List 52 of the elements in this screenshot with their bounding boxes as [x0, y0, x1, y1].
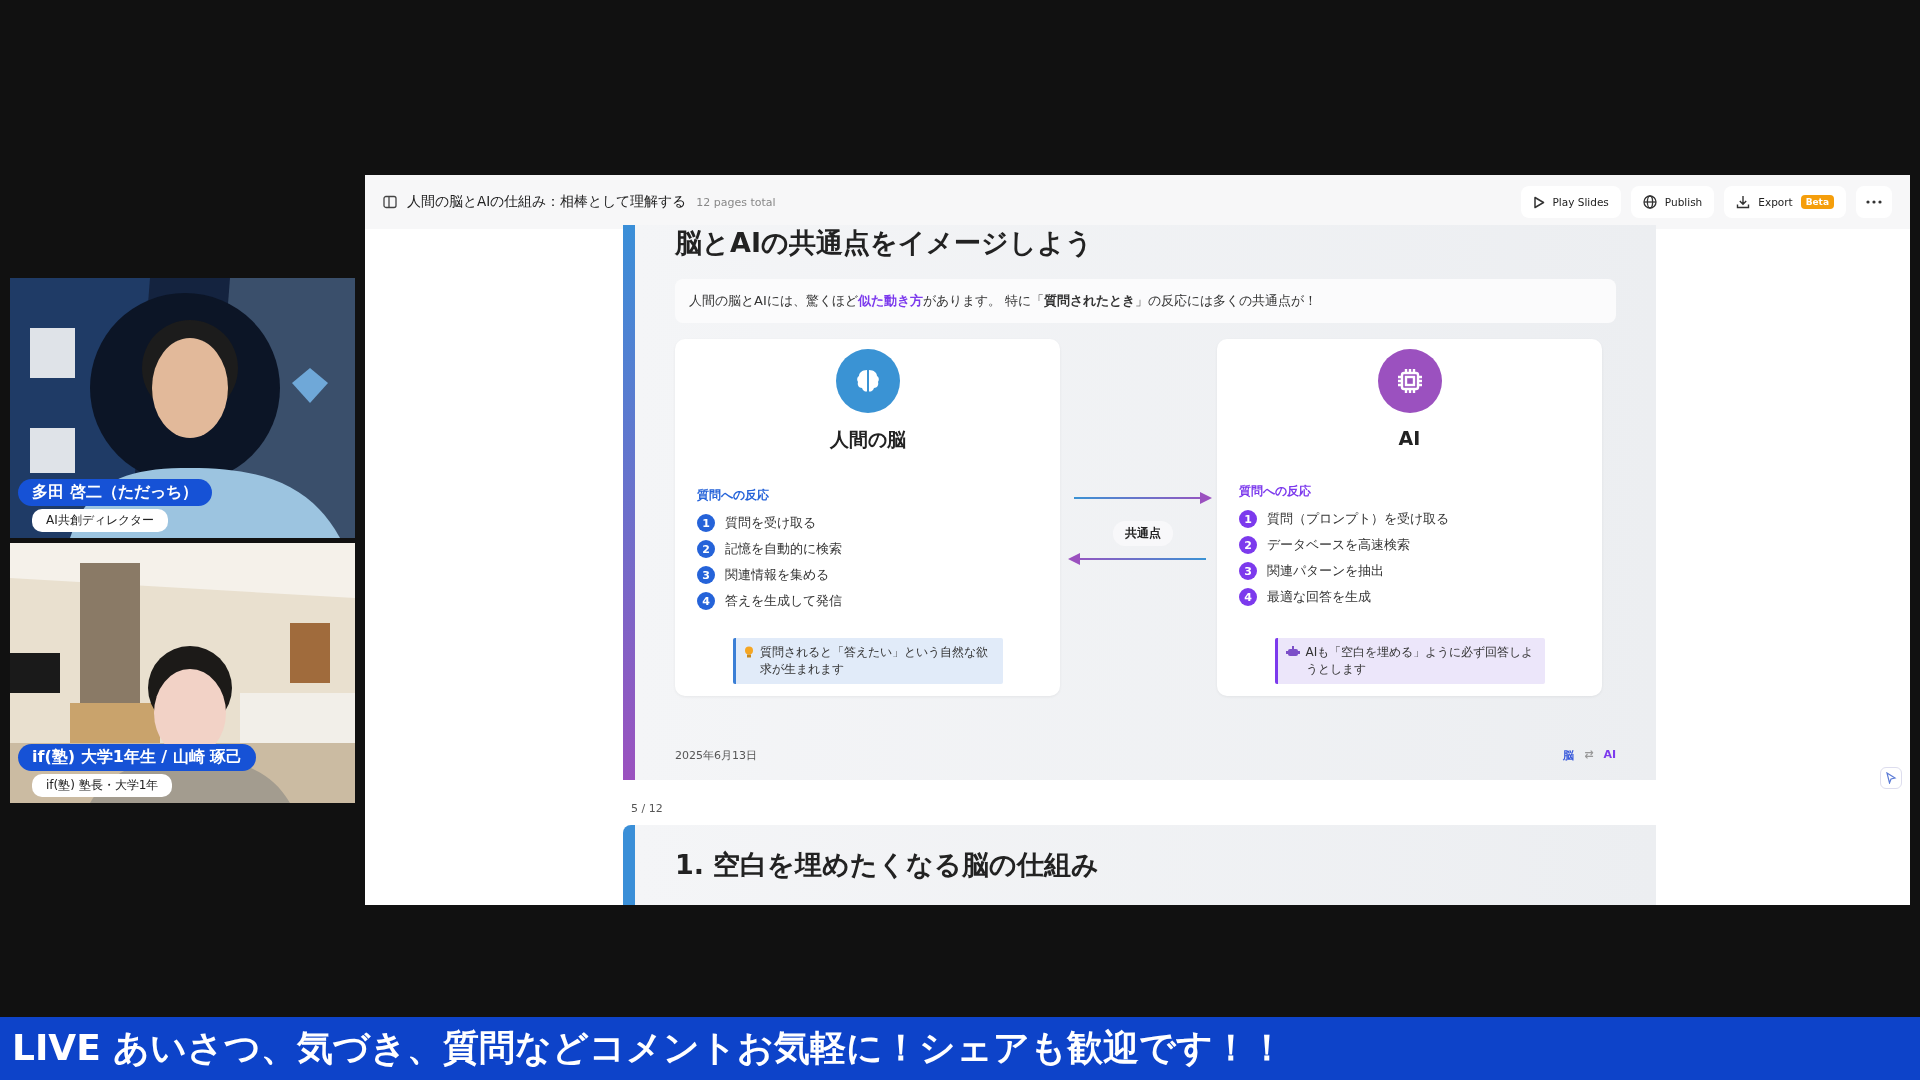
- section-label: 質問への反応: [1239, 483, 1312, 500]
- step-text: 関連情報を集める: [725, 566, 829, 584]
- step-number: 4: [697, 592, 715, 610]
- step-number: 1: [1239, 510, 1257, 528]
- step-text: 最適な回答を生成: [1267, 588, 1371, 606]
- download-icon: [1736, 195, 1751, 209]
- footer-tag: AI: [1603, 748, 1616, 763]
- card-title: 人間の脳: [829, 427, 906, 452]
- play-slides-button[interactable]: Play Slides: [1520, 186, 1621, 218]
- connector-label: 共通点: [1113, 521, 1173, 546]
- step-number: 2: [1239, 536, 1257, 554]
- step-number: 3: [697, 566, 715, 584]
- step-text: 記憶を自動的に検索: [725, 540, 842, 558]
- card-title: AI: [1398, 427, 1421, 449]
- step-number: 2: [697, 540, 715, 558]
- pointer-icon: [1885, 772, 1897, 784]
- footer-tag: 脳: [1563, 748, 1575, 763]
- page-count: 12 pages total: [696, 195, 776, 209]
- step-text: データベースを高速検索: [1267, 536, 1410, 554]
- step-text: 質問（プロンプト）を受け取る: [1267, 510, 1449, 528]
- step-text: 関連パターンを抽出: [1267, 562, 1384, 580]
- pointer-button[interactable]: [1880, 767, 1902, 789]
- participant-role: AI共創ディレクター: [32, 509, 168, 532]
- robot-icon: [1285, 646, 1300, 657]
- globe-icon: [1642, 195, 1657, 209]
- step-text: 答えを生成して発信: [725, 592, 842, 610]
- intro-text: 人間の脳とAIには、驚くほど似た動き方があります。 特に「質問されたとき」の反応には多くの共通点が！: [675, 279, 1616, 323]
- participant-name: 多田 啓二（ただっち）: [18, 479, 212, 506]
- participant-name: if(塾) 大学1年生 / 山崎 琢己: [18, 744, 257, 771]
- more-icon: [1866, 200, 1882, 204]
- section-label: 質問への反応: [697, 487, 770, 504]
- slide-title: 1. 空白を埋めたくなる脳の仕組み: [675, 849, 1100, 880]
- page-indicator: 5 / 12: [631, 802, 663, 815]
- participant-role: if(塾) 塾長・大学1年: [32, 774, 173, 797]
- note-text: AIも「空白を埋める」ように必ず回答しようとします: [1305, 644, 1535, 678]
- step-number: 1: [697, 514, 715, 532]
- more-button[interactable]: [1856, 186, 1892, 218]
- note-text: 質問されると「答えたい」という自然な欲求が生まれます: [759, 644, 989, 678]
- document-title: 人間の脳とAIの仕組み：相棒として理解する: [407, 193, 687, 211]
- beta-badge: Beta: [1800, 195, 1834, 209]
- lightbulb-icon: [743, 646, 754, 658]
- export-button[interactable]: Export Beta: [1724, 186, 1846, 218]
- step-number: 4: [1239, 588, 1257, 606]
- slide-title: 脳とAIの共通点をイメージしよう: [675, 226, 1094, 260]
- step-text: 質問を受け取る: [725, 514, 816, 532]
- ticker-text: LIVE あいさつ、気づき、質問などコメントお気軽に！シェアも歓迎です！！: [12, 1026, 1286, 1070]
- sidebar-toggle-icon[interactable]: [383, 195, 397, 209]
- play-icon: [1532, 195, 1545, 209]
- step-number: 3: [1239, 562, 1257, 580]
- slide-date: 2025年6月13日: [675, 748, 757, 763]
- footer-tag: ⇄: [1584, 748, 1594, 763]
- publish-button[interactable]: Publish: [1630, 186, 1715, 218]
